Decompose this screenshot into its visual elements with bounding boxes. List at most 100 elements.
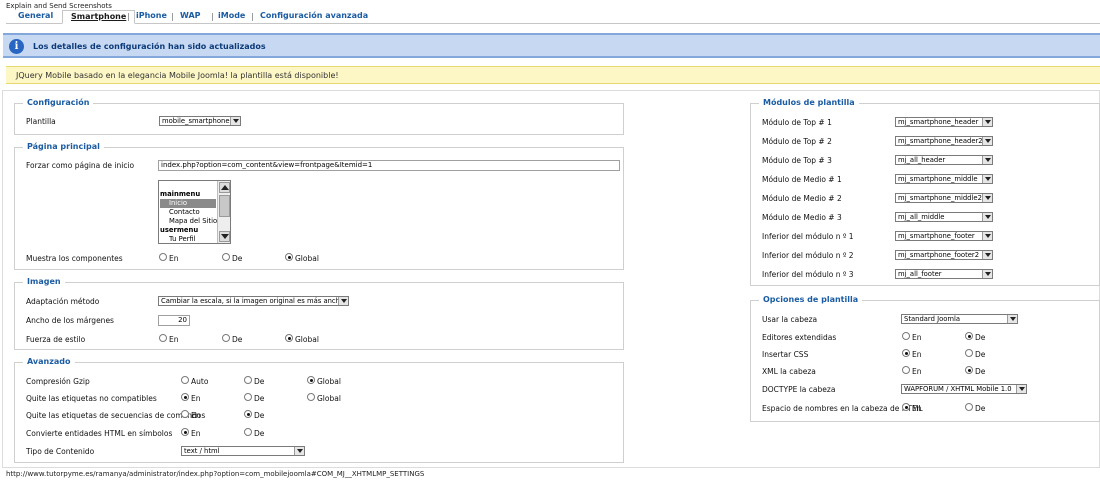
muestra-radio-en[interactable] (159, 253, 167, 261)
plantilla-label: Plantilla (26, 117, 56, 126)
entidades-radio-en[interactable] (181, 428, 189, 436)
modulo-select[interactable]: mj_all_header (895, 155, 993, 165)
modulo-label: Módulo de Medio # 3 (762, 213, 842, 222)
list-item[interactable]: Contacto (160, 208, 200, 217)
xml-label: XML la cabeza (762, 367, 816, 376)
tab-bar: General Smartphone iPhone WAP iMode Conf… (6, 10, 1100, 24)
info-message: i Los detalles de configuración han sido… (3, 33, 1100, 58)
adaptacion-select[interactable]: Cambiar la escala, si la imagen original… (158, 296, 349, 306)
editores-label: Editores extendidas (762, 333, 837, 342)
css-radio-de[interactable] (965, 349, 973, 357)
secuencias-label: Quite las etiquetas de secuencias de com… (26, 411, 206, 420)
radio-label: De (254, 411, 265, 420)
doctype-select[interactable]: WAPFORUM / XHTML Mobile 1.0 (901, 384, 1027, 394)
secuencias-radio-en[interactable] (181, 410, 189, 418)
status-bar-url: http://www.tutorpyme.es/ramanya/administ… (6, 470, 425, 478)
chevron-down-icon (982, 232, 992, 240)
modulo-select[interactable]: mj_all_middle (895, 212, 993, 222)
modulo-select[interactable]: mj_smartphone_footer (895, 231, 993, 241)
espacio-radio-de[interactable] (965, 403, 973, 411)
quite-radio-de[interactable] (244, 393, 252, 401)
xml-radio-en[interactable] (902, 366, 910, 374)
list-item[interactable]: Inicio (160, 199, 216, 208)
radio-label: En (191, 429, 201, 438)
legend-avanzado: Avanzado (23, 357, 75, 366)
tab-smartphone[interactable]: Smartphone (62, 10, 136, 24)
listbox-scrollbar[interactable] (217, 181, 230, 243)
gzip-radio-auto[interactable] (181, 376, 189, 384)
chevron-down-icon (982, 251, 992, 259)
chevron-down-icon (294, 447, 304, 455)
tab-wap[interactable]: WAP (172, 10, 209, 23)
radio-label: De (254, 377, 265, 386)
radio-label: Global (295, 254, 319, 263)
modulo-select[interactable]: mj_all_footer (895, 269, 993, 279)
tab-configuracion-avanzada[interactable]: Configuración avanzada (252, 10, 376, 23)
ancho-input[interactable]: 20 (158, 315, 190, 326)
tab-general[interactable]: General (10, 10, 61, 23)
tipo-select[interactable]: text / html (181, 446, 305, 456)
list-item[interactable]: Mapa del Sitio (160, 217, 217, 226)
list-item[interactable]: mainmenu (160, 190, 200, 199)
menu-items-listbox[interactable]: mainmenu Inicio Contacto Mapa del Sitio … (158, 180, 231, 244)
gzip-radio-global[interactable] (307, 376, 315, 384)
fieldset-pagina-principal: Página principal Forzar como página de i… (14, 142, 624, 270)
scroll-thumb[interactable] (219, 195, 230, 217)
espacio-radio-en[interactable] (902, 403, 910, 411)
list-item[interactable]: Tu Perfil (160, 235, 196, 243)
tab-imode[interactable]: iMode (210, 10, 253, 23)
entidades-label: Convierte entidades HTML en símbolos (26, 429, 173, 438)
forzar-input[interactable]: index.php?option=com_content&view=frontp… (158, 160, 620, 171)
modulo-select[interactable]: mj_smartphone_middle (895, 174, 993, 184)
radio-label: De (975, 350, 986, 359)
fuerza-radio-global[interactable] (285, 334, 293, 342)
css-radio-en[interactable] (902, 349, 910, 357)
info-message-text: Los detalles de configuración han sido a… (33, 42, 266, 51)
modulo-label: Módulo de Medio # 1 (762, 175, 842, 184)
legend-pagina-principal: Página principal (23, 142, 104, 151)
editores-radio-en[interactable] (902, 332, 910, 340)
gzip-radio-de[interactable] (244, 376, 252, 384)
radio-label: En (912, 350, 922, 359)
tab-iphone[interactable]: iPhone (128, 10, 175, 23)
chevron-down-icon (982, 213, 992, 221)
radio-label: De (975, 367, 986, 376)
entidades-radio-de[interactable] (244, 428, 252, 436)
tipo-label: Tipo de Contenido (26, 447, 95, 456)
notice-message-text: JQuery Mobile basado en la elegancia Mob… (16, 71, 339, 80)
fieldset-opciones-plantilla: Opciones de plantilla Usar la cabeza Sta… (750, 295, 1100, 422)
doctype-label: DOCTYPE la cabeza (762, 385, 836, 394)
modulo-select[interactable]: mj_smartphone_middle2 (895, 193, 993, 203)
secuencias-radio-de[interactable] (244, 410, 252, 418)
legend-opciones: Opciones de plantilla (759, 295, 863, 304)
scroll-down-icon[interactable] (219, 231, 230, 242)
modulo-select[interactable]: mj_smartphone_header (895, 117, 993, 127)
quite-radio-global[interactable] (307, 393, 315, 401)
list-item[interactable]: usermenu (160, 226, 198, 235)
fuerza-radio-de[interactable] (222, 334, 230, 342)
info-icon: i (9, 39, 24, 54)
cabeza-select[interactable]: Standard Joomla (901, 314, 1018, 324)
modulo-select[interactable]: mj_smartphone_header2 (895, 136, 993, 146)
scroll-up-icon[interactable] (219, 182, 230, 193)
chevron-down-icon (338, 297, 348, 305)
fuerza-label: Fuerza de estilo (26, 335, 86, 344)
quite-radio-en[interactable] (181, 393, 189, 401)
xml-radio-de[interactable] (965, 366, 973, 374)
notice-message: JQuery Mobile basado en la elegancia Mob… (6, 66, 1100, 84)
fuerza-radio-en[interactable] (159, 334, 167, 342)
modulo-label: Módulo de Top # 3 (762, 156, 832, 165)
fieldset-configuracion: Configuración Plantilla mobile_smartphon… (14, 98, 624, 135)
editores-radio-de[interactable] (965, 332, 973, 340)
modulo-label: Módulo de Medio # 2 (762, 194, 842, 203)
radio-label: En (169, 335, 179, 344)
chevron-down-icon (982, 194, 992, 202)
muestra-radio-global[interactable] (285, 253, 293, 261)
chevron-down-icon (1007, 315, 1017, 323)
chevron-down-icon (1016, 385, 1026, 393)
muestra-radio-de[interactable] (222, 253, 230, 261)
chevron-down-icon (982, 175, 992, 183)
plantilla-select[interactable]: mobile_smartphone (159, 116, 241, 126)
radio-label: En (169, 254, 179, 263)
modulo-select[interactable]: mj_smartphone_footer2 (895, 250, 993, 260)
